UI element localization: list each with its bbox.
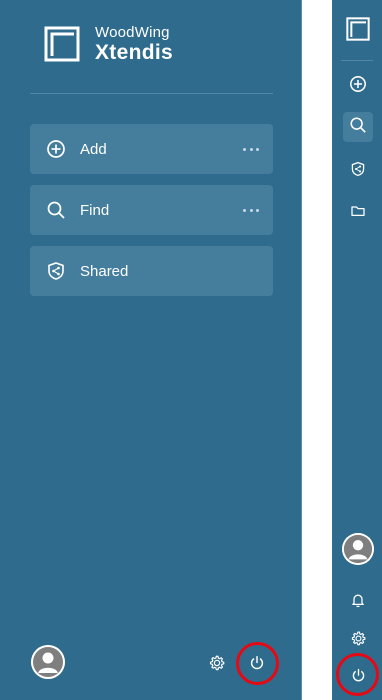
rail-add-button[interactable] bbox=[343, 71, 373, 101]
plus-circle-icon bbox=[46, 139, 66, 159]
bell-icon[interactable] bbox=[346, 588, 370, 612]
nav-item-find[interactable]: Find bbox=[30, 185, 273, 235]
divider bbox=[30, 93, 273, 94]
user-avatar[interactable] bbox=[31, 645, 65, 679]
rail-folder-button[interactable] bbox=[343, 198, 373, 228]
highlight-ring bbox=[236, 642, 279, 685]
highlight-ring bbox=[336, 653, 379, 696]
gear-icon[interactable] bbox=[346, 626, 370, 650]
xtendis-logo-icon[interactable] bbox=[346, 17, 370, 46]
shield-share-icon bbox=[46, 261, 66, 281]
plus-circle-icon bbox=[349, 75, 367, 98]
search-icon bbox=[46, 200, 66, 220]
brand-logo[interactable]: WoodWing Xtendis bbox=[44, 25, 173, 63]
nav-item-add[interactable]: Add bbox=[30, 124, 273, 174]
user-avatar[interactable] bbox=[342, 533, 374, 565]
rail-shared-button[interactable] bbox=[343, 156, 373, 186]
xtendis-logo-icon bbox=[44, 26, 80, 62]
nav-menu: Add Find Shared bbox=[30, 124, 273, 307]
expanded-sidebar bbox=[0, 0, 301, 700]
rail-find-button[interactable] bbox=[343, 112, 373, 142]
folder-icon bbox=[350, 203, 366, 224]
more-options-icon[interactable] bbox=[243, 205, 259, 215]
nav-item-label: Find bbox=[80, 201, 110, 219]
gear-icon[interactable] bbox=[205, 651, 229, 675]
brand-company: WoodWing bbox=[95, 24, 170, 41]
shield-share-icon bbox=[350, 161, 366, 182]
search-icon bbox=[349, 116, 367, 139]
sidebar-border bbox=[301, 0, 302, 700]
nav-item-label: Shared bbox=[80, 262, 129, 280]
nav-item-label: Add bbox=[80, 140, 107, 158]
brand-product: Xtendis bbox=[95, 41, 173, 64]
divider bbox=[341, 60, 373, 61]
nav-item-shared[interactable]: Shared bbox=[30, 246, 273, 296]
more-options-icon[interactable] bbox=[243, 144, 259, 154]
